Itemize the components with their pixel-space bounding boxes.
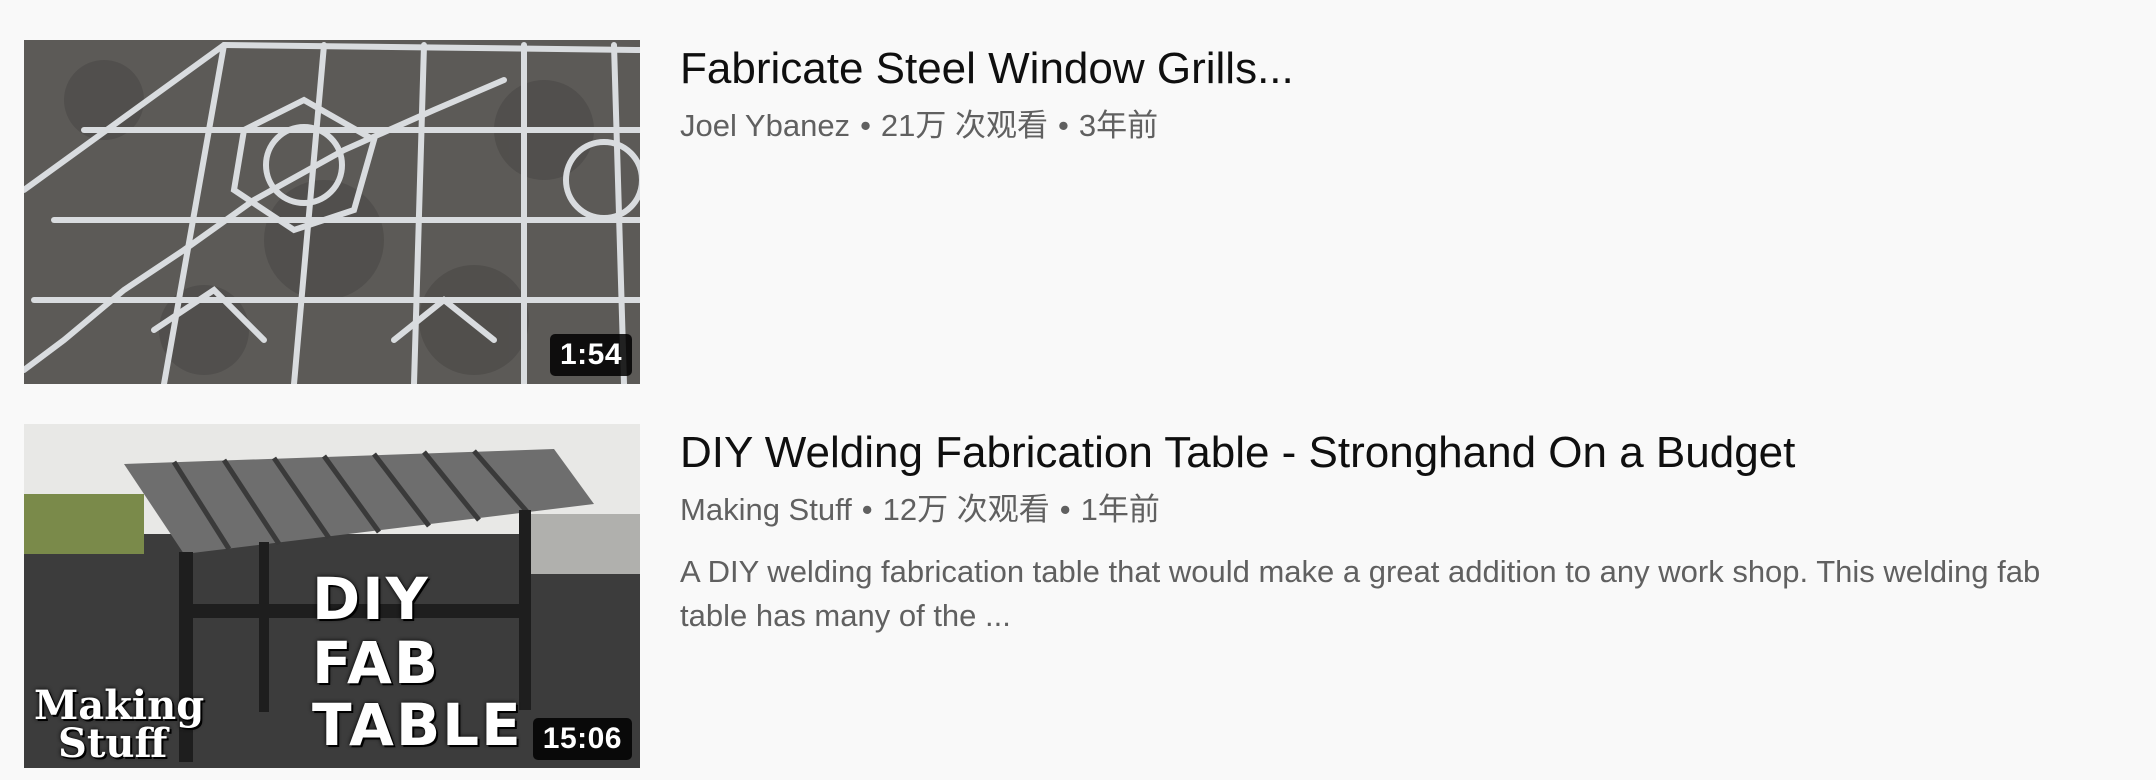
video-info: Fabricate Steel Window Grills... Joel Yb… — [680, 40, 2130, 384]
video-duration-badge: 1:54 — [549, 334, 632, 376]
meta-separator: • — [861, 492, 873, 527]
thumbnail-text-diy: DIY — [312, 565, 430, 633]
video-description: A DIY welding fabrication table that wou… — [680, 554, 2041, 633]
upload-age: 1年前 — [1080, 492, 1160, 527]
upload-age: 3年前 — [1078, 108, 1159, 143]
channel-logo-stuff: Stuff — [58, 720, 168, 767]
video-meta: Joel Ybanez • 21万 次观看 • 3年前 — [680, 104, 2130, 148]
thumbnail-text-fab: FAB — [312, 629, 441, 697]
video-duration-badge: 15:06 — [532, 718, 632, 760]
video-result[interactable]: DIY FAB TABLE Making Stuff 15:06 DIY Wel… — [24, 424, 2130, 768]
thumbnail-image-window-grill — [24, 40, 640, 384]
channel-name[interactable]: Making Stuff — [680, 492, 852, 527]
video-title[interactable]: Fabricate Steel Window Grills... — [680, 42, 2130, 96]
channel-name[interactable]: Joel Ybanez — [680, 108, 850, 143]
video-info: DIY Welding Fabrication Table - Strongha… — [680, 424, 2130, 768]
meta-separator: • — [1059, 492, 1071, 527]
video-title[interactable]: DIY Welding Fabrication Table - Strongha… — [680, 426, 2130, 480]
video-thumbnail[interactable]: 1:54 — [24, 40, 640, 384]
thumbnail-text-table: TABLE — [312, 691, 523, 759]
video-meta: Making Stuff • 12万 次观看 • 1年前 — [680, 488, 2130, 532]
view-count: 21万 次观看 — [880, 108, 1049, 143]
meta-separator: • — [860, 108, 871, 143]
video-result[interactable]: 1:54 Fabricate Steel Window Grills... Jo… — [24, 40, 2130, 384]
meta-separator: • — [1058, 108, 1069, 143]
view-count: 12万 次观看 — [882, 492, 1050, 527]
video-thumbnail[interactable]: DIY FAB TABLE Making Stuff 15:06 — [24, 424, 640, 768]
